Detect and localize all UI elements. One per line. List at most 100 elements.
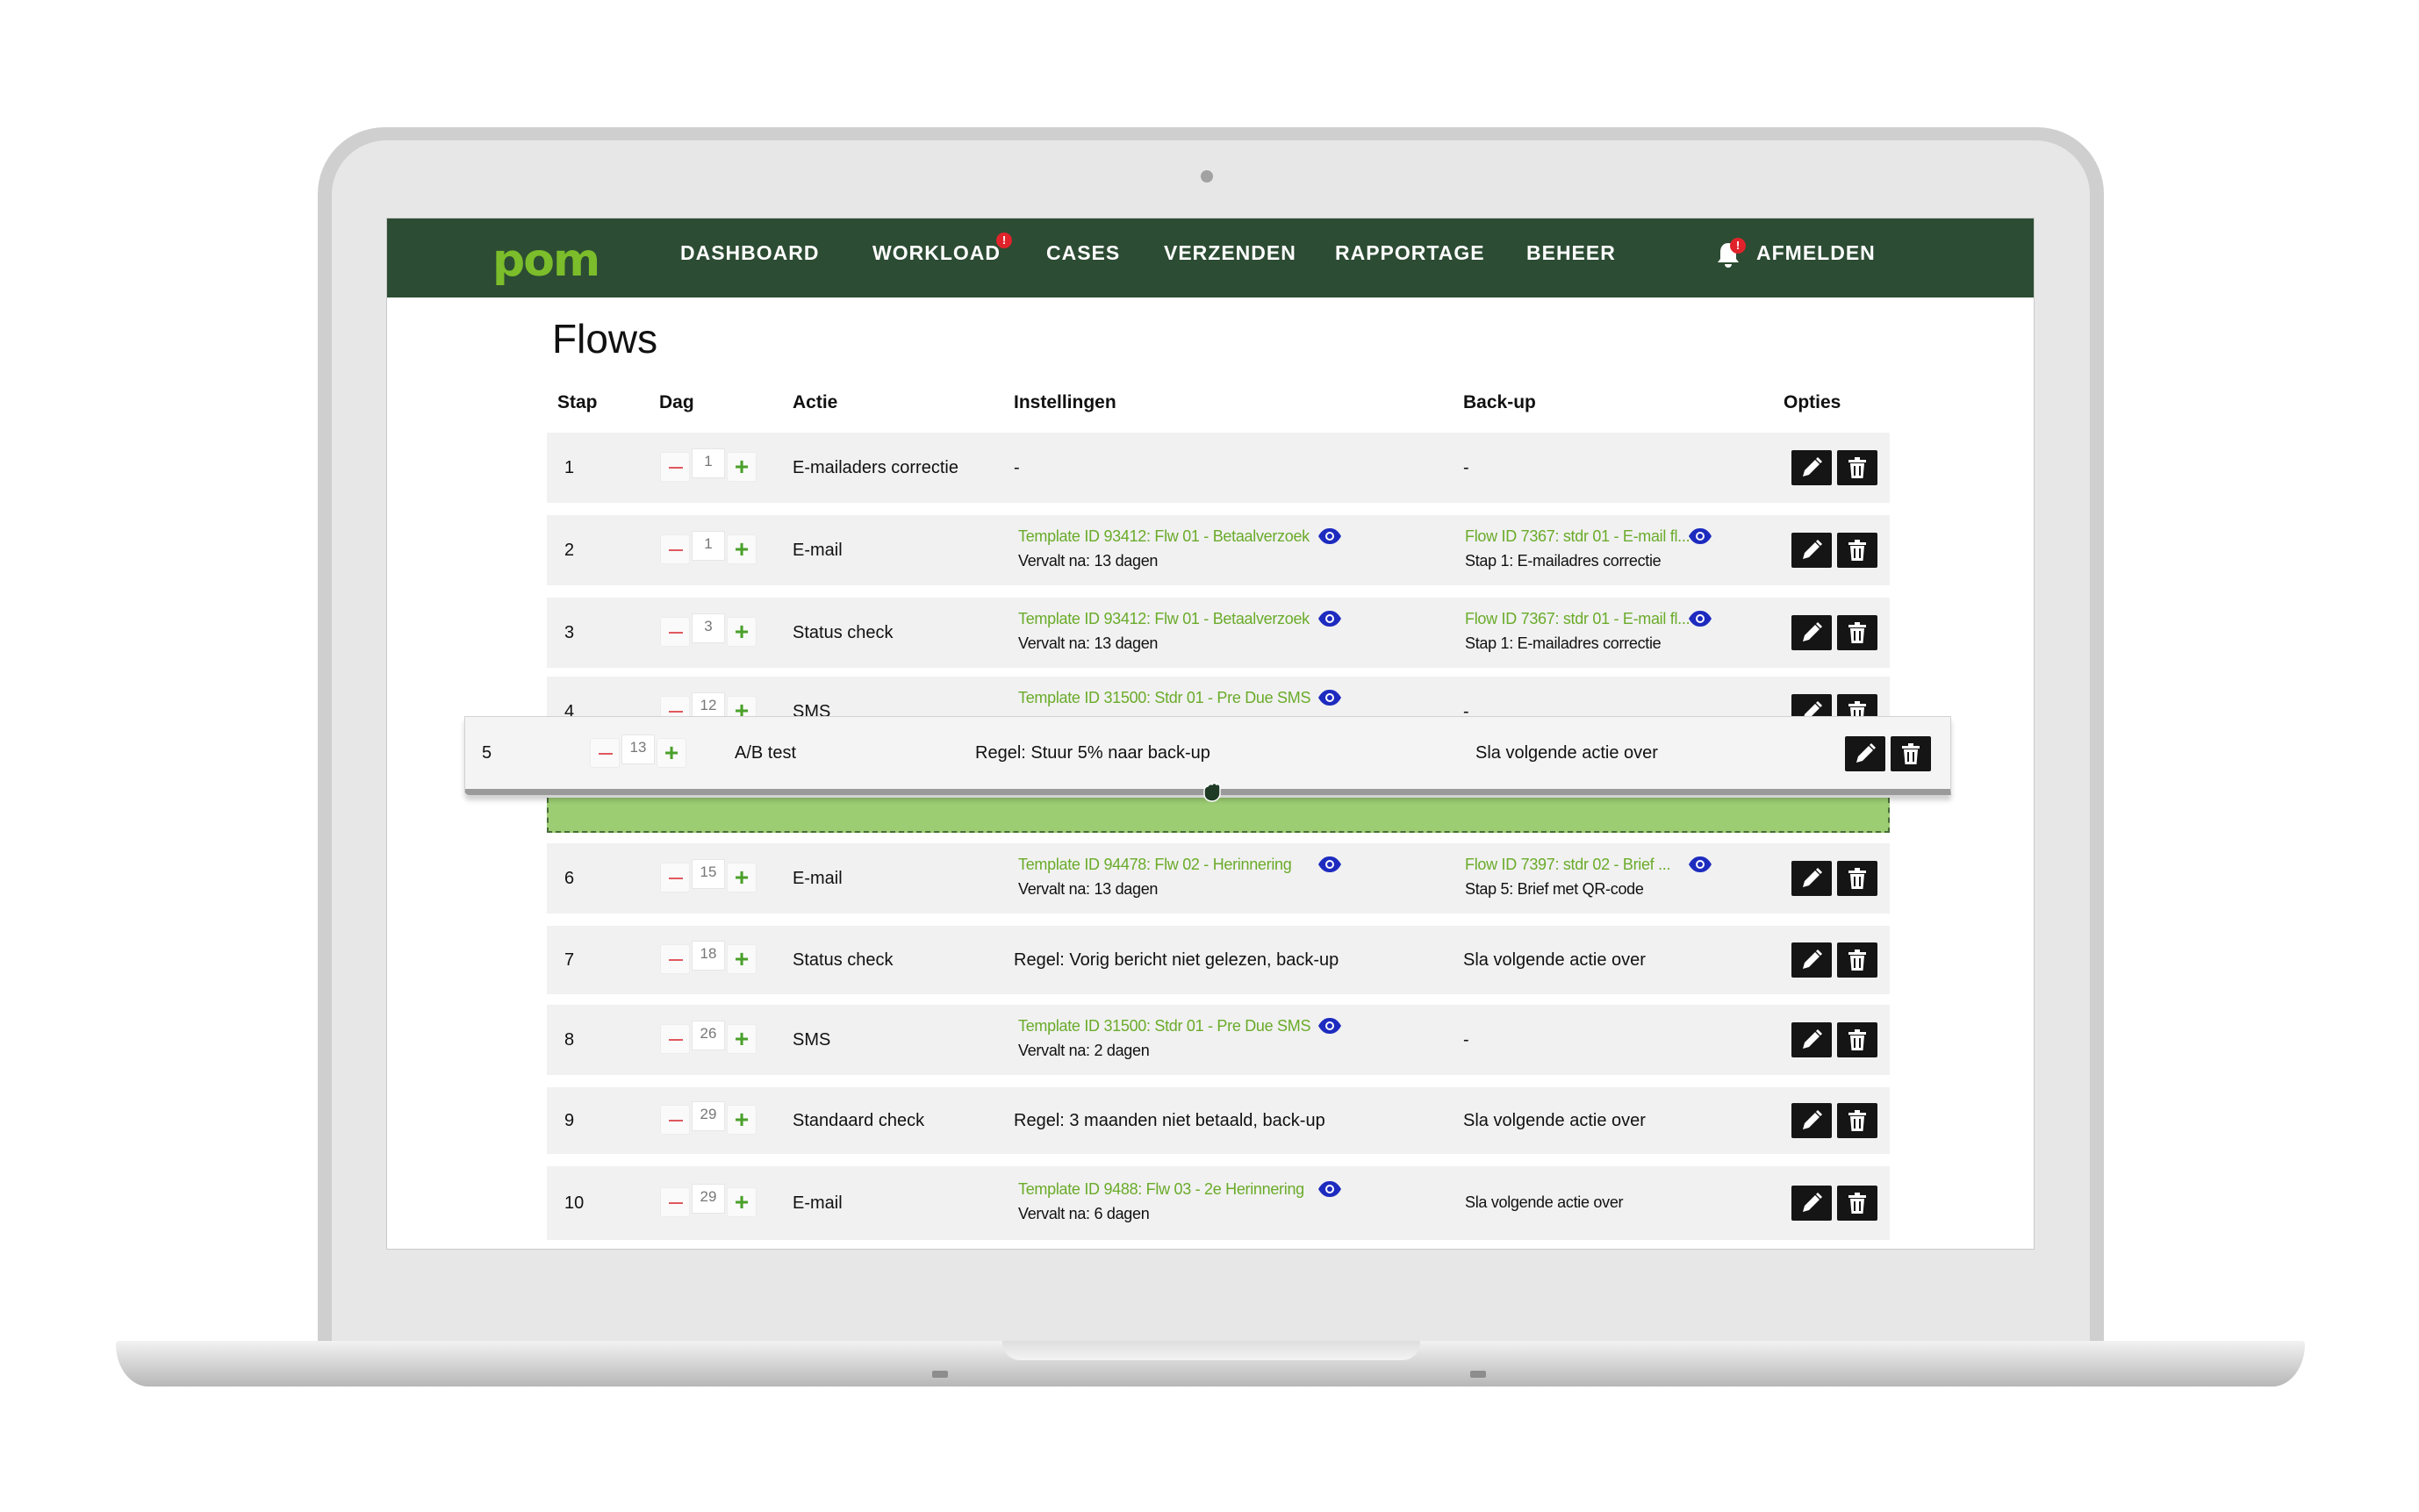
- nav-workload[interactable]: WORKLOAD: [872, 241, 1001, 265]
- col-backup: Back-up: [1463, 392, 1536, 412]
- eye-icon[interactable]: [1688, 610, 1712, 627]
- day-value[interactable]: 18: [692, 941, 725, 971]
- template-link[interactable]: Template ID 31500: Stdr 01 - Pre Due SMS: [1018, 689, 1310, 707]
- nav-dashboard[interactable]: DASHBOARD: [680, 241, 820, 265]
- day-value[interactable]: 29: [692, 1101, 725, 1131]
- decrement-button[interactable]: [660, 452, 690, 482]
- increment-button[interactable]: +: [657, 738, 686, 768]
- backup-flow-link[interactable]: Flow ID 7367: stdr 01 - E-mail fl...: [1465, 527, 1690, 546]
- day-stepper: 26 +: [660, 1021, 757, 1056]
- eye-icon[interactable]: [1317, 689, 1342, 706]
- eye-icon[interactable]: [1317, 610, 1342, 627]
- day-value[interactable]: 1: [692, 448, 725, 478]
- day-stepper: 12 +: [660, 692, 757, 717]
- delete-button[interactable]: [1837, 694, 1877, 717]
- trash-icon: [1848, 1029, 1866, 1050]
- day-stepper: 15 +: [660, 859, 757, 894]
- edit-button[interactable]: [1791, 615, 1832, 650]
- delete-button[interactable]: [1837, 615, 1877, 650]
- delete-button[interactable]: [1837, 1022, 1877, 1057]
- increment-button[interactable]: +: [727, 863, 757, 892]
- nav-beheer[interactable]: BEHEER: [1526, 241, 1616, 265]
- template-link[interactable]: Template ID 9488: Flw 03 - 2e Herinnerin…: [1018, 1180, 1304, 1199]
- edit-button[interactable]: [1791, 1022, 1832, 1057]
- decrement-button[interactable]: [660, 696, 690, 717]
- decrement-button[interactable]: [590, 738, 620, 768]
- decrement-button[interactable]: [660, 534, 690, 564]
- delete-button[interactable]: [1837, 1186, 1877, 1221]
- decrement-button[interactable]: [660, 863, 690, 892]
- delete-button[interactable]: [1837, 1103, 1877, 1138]
- expiry-text: Vervalt na: 13 dagen: [1018, 552, 1159, 570]
- logout-link[interactable]: AFMELDEN: [1756, 241, 1876, 265]
- edit-button[interactable]: [1791, 861, 1832, 896]
- expiry-text: Vervalt na: 2 dagen: [1018, 1042, 1150, 1059]
- pom-logo[interactable]: pom: [492, 234, 600, 287]
- delete-button[interactable]: [1837, 861, 1877, 896]
- table-row: 7 18 + Status check Regel: Vorig bericht…: [547, 926, 1890, 994]
- edit-button[interactable]: [1791, 1186, 1832, 1221]
- eye-icon[interactable]: [1317, 1180, 1342, 1198]
- nav-cases[interactable]: CASES: [1046, 241, 1120, 265]
- step-number: 8: [564, 1030, 575, 1050]
- edit-button[interactable]: [1791, 1103, 1832, 1138]
- day-value[interactable]: 1: [692, 531, 725, 561]
- delete-button[interactable]: [1891, 736, 1931, 771]
- increment-button[interactable]: +: [727, 1187, 757, 1217]
- trash-icon: [1848, 1110, 1866, 1131]
- table-row: 8 26 + SMS Template ID 31500: Stdr 01 - …: [547, 1005, 1890, 1075]
- decrement-button[interactable]: [660, 1024, 690, 1054]
- template-link[interactable]: Template ID 93412: Flw 01 - Betaalverzoe…: [1018, 610, 1310, 628]
- edit-button[interactable]: [1845, 736, 1885, 771]
- table-row: 4 12 + SMS Template ID 31500: Stdr 01 - …: [547, 677, 1890, 717]
- edit-button[interactable]: [1791, 450, 1832, 485]
- decrement-button[interactable]: [660, 1187, 690, 1217]
- nav-verzenden[interactable]: VERZENDEN: [1164, 241, 1296, 265]
- day-value[interactable]: 12: [692, 692, 725, 717]
- decrement-button[interactable]: [660, 617, 690, 647]
- backup-step-text: Stap 1: E-mailadres correctie: [1465, 552, 1662, 570]
- edit-button[interactable]: [1791, 533, 1832, 568]
- step-number: 1: [564, 458, 575, 477]
- laptop-foot: [1470, 1371, 1486, 1378]
- increment-button[interactable]: +: [727, 534, 757, 564]
- day-stepper: 1 +: [660, 448, 757, 484]
- template-link[interactable]: Template ID 31500: Stdr 01 - Pre Due SMS: [1018, 1017, 1310, 1035]
- delete-button[interactable]: [1837, 533, 1877, 568]
- bell-badge: !: [1730, 238, 1746, 254]
- nav-rapportage[interactable]: RAPPORTAGE: [1335, 241, 1485, 265]
- increment-button[interactable]: +: [727, 696, 757, 717]
- eye-icon[interactable]: [1688, 856, 1712, 873]
- day-value[interactable]: 26: [692, 1021, 725, 1050]
- eye-icon[interactable]: [1317, 527, 1342, 545]
- backup-text: Sla volgende actie over: [1465, 1193, 1624, 1211]
- backup-text: -: [1463, 1030, 1469, 1050]
- day-value[interactable]: 13: [621, 735, 655, 764]
- edit-button[interactable]: [1791, 942, 1832, 978]
- template-link[interactable]: Template ID 93412: Flw 01 - Betaalverzoe…: [1018, 527, 1310, 546]
- day-stepper: 18 +: [660, 941, 757, 976]
- pencil-icon: [1803, 622, 1822, 641]
- backup-flow-link[interactable]: Flow ID 7367: stdr 01 - E-mail fl...: [1465, 610, 1690, 628]
- day-value[interactable]: 15: [692, 859, 725, 889]
- backup-step-text: Stap 5: Brief met QR-code: [1465, 880, 1644, 898]
- increment-button[interactable]: +: [727, 1024, 757, 1054]
- grab-hand-icon: [1203, 782, 1221, 802]
- decrement-button[interactable]: [660, 944, 690, 974]
- increment-button[interactable]: +: [727, 617, 757, 647]
- eye-icon[interactable]: [1317, 1017, 1342, 1035]
- increment-button[interactable]: +: [727, 1105, 757, 1135]
- decrement-button[interactable]: [660, 1105, 690, 1135]
- delete-button[interactable]: [1837, 942, 1877, 978]
- page-title: Flows: [552, 316, 658, 362]
- backup-flow-link[interactable]: Flow ID 7397: stdr 02 - Brief ...: [1465, 856, 1671, 874]
- eye-icon[interactable]: [1688, 527, 1712, 545]
- day-value[interactable]: 3: [692, 613, 725, 643]
- template-link[interactable]: Template ID 94478: Flw 02 - Herinnering: [1018, 856, 1292, 874]
- delete-button[interactable]: [1837, 450, 1877, 485]
- increment-button[interactable]: +: [727, 452, 757, 482]
- increment-button[interactable]: +: [727, 944, 757, 974]
- day-value[interactable]: 29: [692, 1184, 725, 1214]
- edit-button[interactable]: [1791, 694, 1832, 717]
- eye-icon[interactable]: [1317, 856, 1342, 873]
